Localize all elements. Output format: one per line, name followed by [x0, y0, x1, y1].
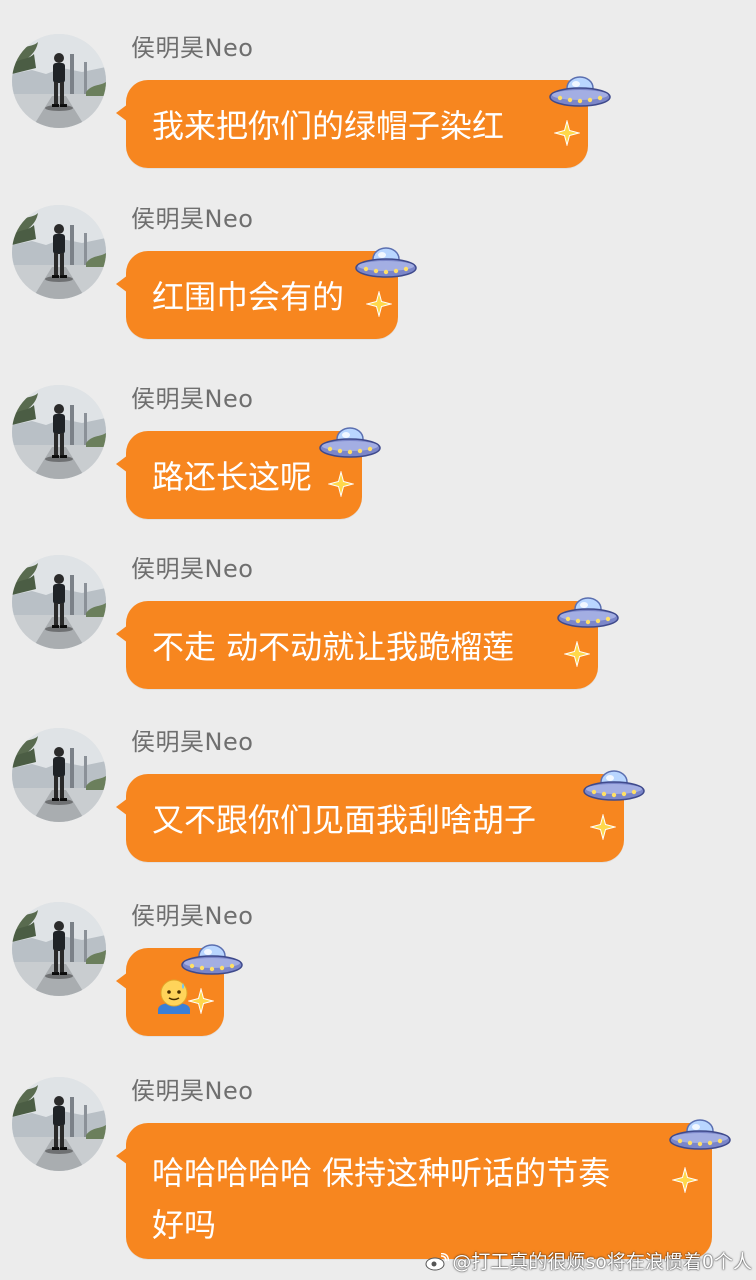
sparkle-icon	[188, 988, 214, 1014]
watermark-text: @打工真的很烦so将在浪惯着0个人	[452, 1251, 752, 1273]
avatar[interactable]	[12, 205, 106, 299]
sender-name: 侯明昊Neo	[131, 385, 254, 413]
message-bubble[interactable]: 我来把你们的绿帽子染红	[116, 80, 588, 168]
ufo-icon	[180, 940, 244, 980]
sparkle-icon	[366, 291, 392, 317]
message-text: 我来把你们的绿帽子染红	[152, 107, 505, 145]
message-text-line-1: 哈哈哈哈哈 保持这种听话的节奏	[152, 1154, 611, 1192]
sparkle-icon	[672, 1167, 698, 1193]
sparkle-icon	[554, 120, 580, 146]
ufo-icon	[318, 423, 382, 463]
message-text: 红围巾会有的	[152, 278, 345, 316]
message-bubble[interactable]: 又不跟你们见面我刮啥胡子	[116, 774, 624, 862]
sender-name: 侯明昊Neo	[131, 555, 254, 583]
message-bubble[interactable]: 不走 动不动就让我跪榴莲	[116, 601, 598, 689]
ufo-icon	[354, 243, 418, 283]
ufo-icon	[556, 593, 620, 633]
ufo-icon	[582, 766, 646, 806]
message-text: 路还长这呢	[152, 458, 313, 496]
message-text: 又不跟你们见面我刮啥胡子	[152, 801, 537, 839]
message-text: 不走 动不动就让我跪榴莲	[152, 628, 515, 666]
message-text-line-2: 好吗	[152, 1206, 217, 1244]
avatar[interactable]	[12, 1077, 106, 1171]
sender-name: 侯明昊Neo	[131, 205, 254, 233]
sender-name: 侯明昊Neo	[131, 902, 254, 930]
chat-area: 侯明昊Neo 我来把你们的绿帽子染红 侯明昊Neo 红围巾会有的 侯明昊Neo …	[0, 0, 756, 1280]
message-bubble[interactable]: 哈哈哈哈哈 保持这种听话的节奏 好吗	[116, 1123, 712, 1259]
sender-name: 侯明昊Neo	[131, 1077, 254, 1105]
watermark: @打工真的很烦so将在浪惯着0个人	[425, 1247, 752, 1274]
avatar[interactable]	[12, 555, 106, 649]
sender-name: 侯明昊Neo	[131, 728, 254, 756]
sparkle-icon	[328, 471, 354, 497]
ufo-icon	[548, 72, 612, 112]
sender-name: 侯明昊Neo	[131, 34, 254, 62]
weibo-logo-icon	[425, 1253, 450, 1271]
avatar[interactable]	[12, 385, 106, 479]
avatar[interactable]	[12, 34, 106, 128]
avatar[interactable]	[12, 728, 106, 822]
sparkle-icon	[564, 641, 590, 667]
sparkle-icon	[590, 814, 616, 840]
ufo-icon	[668, 1115, 732, 1155]
avatar[interactable]	[12, 902, 106, 996]
